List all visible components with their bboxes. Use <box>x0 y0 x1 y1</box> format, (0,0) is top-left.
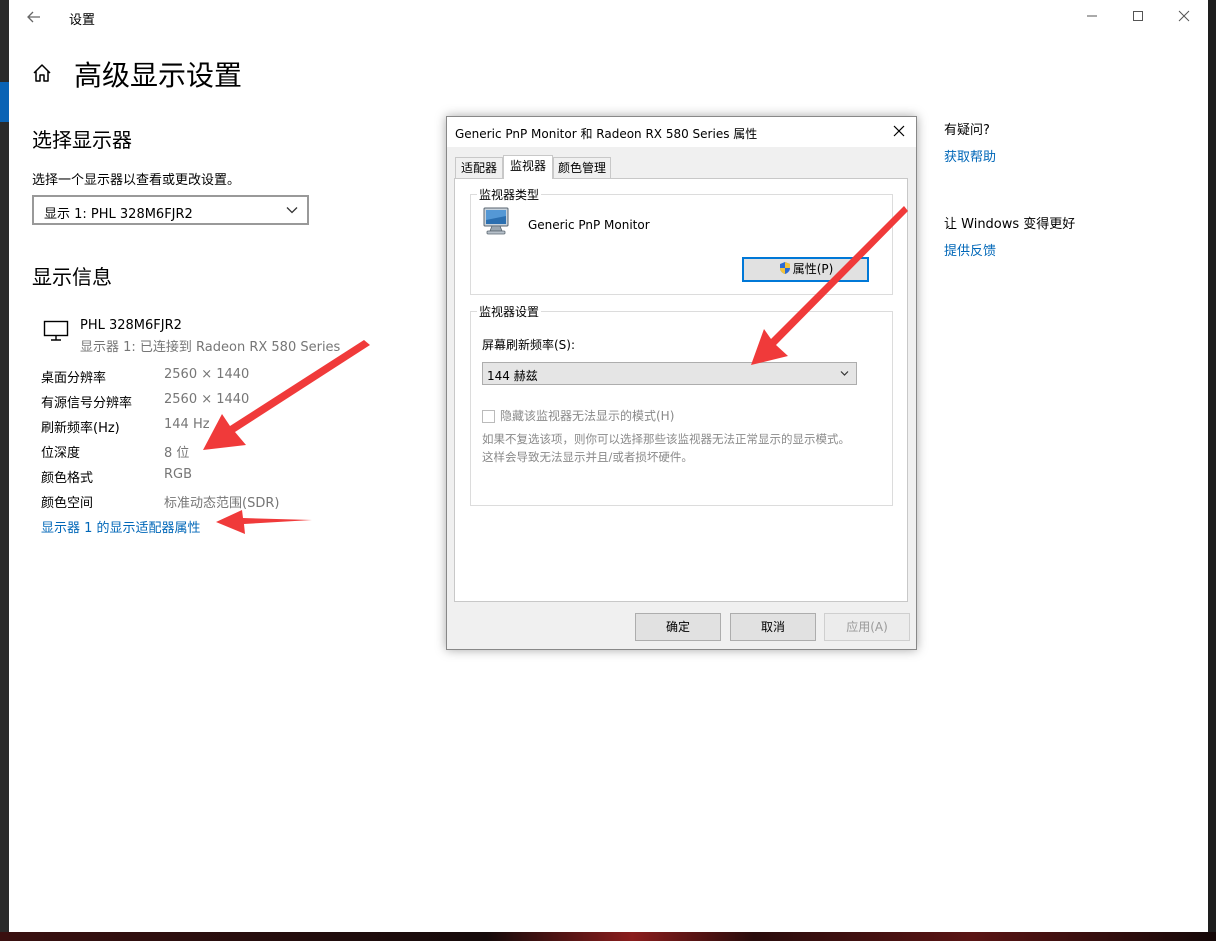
refresh-rate-dropdown[interactable]: 144 赫兹 <box>482 362 857 385</box>
info-value-color-format: RGB <box>164 467 193 482</box>
info-label-refresh-rate: 刷新频率(Hz) <box>41 421 120 436</box>
info-label-color-space: 颜色空间 <box>41 496 94 511</box>
info-label-active-signal: 有源信号分辨率 <box>41 396 133 411</box>
monitor-type-name: Generic PnP Monitor <box>528 218 650 232</box>
display-select-dropdown[interactable]: 显示 1: PHL 328M6FJR2 <box>32 195 309 225</box>
close-icon[interactable] <box>1169 4 1199 30</box>
monitor-icon <box>43 320 69 341</box>
properties-dialog: Generic PnP Monitor 和 Radeon RX 580 Seri… <box>446 116 917 650</box>
window-title: 设置 <box>69 13 96 28</box>
display-select-value: 显示 1: PHL 328M6FJR2 <box>44 207 193 222</box>
get-help-link[interactable]: 获取帮助 <box>944 146 996 165</box>
dialog-close-icon[interactable] <box>888 121 910 143</box>
feedback-link[interactable]: 提供反馈 <box>944 240 996 259</box>
desktop-background-bottom <box>0 932 1216 941</box>
monitor-device-icon <box>483 207 509 235</box>
info-value-active-signal: 2560 × 1440 <box>164 392 250 407</box>
display-info-heading: 显示信息 <box>32 265 112 289</box>
hide-modes-checkbox[interactable] <box>482 410 495 423</box>
info-label-color-format: 颜色格式 <box>41 471 94 486</box>
back-arrow-icon[interactable] <box>23 6 45 28</box>
monitor-properties-button[interactable]: 属性(P) <box>742 257 869 282</box>
question-heading: 有疑问? <box>944 123 990 138</box>
monitor-type-legend: 监视器类型 <box>477 186 542 203</box>
info-value-color-space: 标准动态范围(SDR) <box>164 496 280 511</box>
adapter-properties-link[interactable]: 显示器 1 的显示适配器属性 <box>41 517 201 536</box>
select-display-prompt: 选择一个显示器以查看或更改设置。 <box>32 173 241 188</box>
desktop-background-left <box>0 0 9 941</box>
dialog-title: Generic PnP Monitor 和 Radeon RX 580 Seri… <box>455 127 758 141</box>
taskbar-accent <box>0 82 9 122</box>
info-value-refresh-rate: 144 Hz <box>164 417 210 432</box>
minimize-icon[interactable] <box>1077 4 1107 30</box>
monitor-tab-panel: 监视器类型 Generic PnP Monitor 属性(P) 监视器设置 屏幕… <box>454 178 908 602</box>
select-display-heading: 选择显示器 <box>32 128 132 152</box>
hide-modes-label: 隐藏该监视器无法显示的模式(H) <box>500 409 675 423</box>
tab-monitor[interactable]: 监视器 <box>503 155 553 179</box>
monitor-connection: 显示器 1: 已连接到 Radeon RX 580 Series <box>80 340 341 355</box>
dialog-titlebar: Generic PnP Monitor 和 Radeon RX 580 Seri… <box>447 117 916 147</box>
monitor-settings-group: 监视器设置 屏幕刷新频率(S): 144 赫兹 隐藏该监视器无法显示的模式(H)… <box>470 303 893 506</box>
info-label-bit-depth: 位深度 <box>41 446 81 461</box>
uac-shield-icon <box>779 262 790 274</box>
maximize-icon[interactable] <box>1123 4 1153 30</box>
cancel-button[interactable]: 取消 <box>730 613 816 641</box>
window-titlebar: 设置 <box>9 0 1208 34</box>
refresh-rate-value: 144 赫兹 <box>487 369 538 383</box>
monitor-name: PHL 328M6FJR2 <box>80 318 182 333</box>
info-value-bit-depth: 8 位 <box>164 446 190 461</box>
info-label-desktop-resolution: 桌面分辨率 <box>41 371 107 386</box>
monitor-type-group: 监视器类型 Generic PnP Monitor 属性(P) <box>470 186 893 295</box>
home-icon[interactable] <box>31 62 55 86</box>
page-title: 高级显示设置 <box>74 59 243 92</box>
apply-button[interactable]: 应用(A) <box>824 613 910 641</box>
desktop-background-right <box>1208 0 1216 941</box>
monitor-settings-legend: 监视器设置 <box>477 303 542 320</box>
info-value-desktop-resolution: 2560 × 1440 <box>164 367 250 382</box>
tab-color-management[interactable]: 颜色管理 <box>553 157 611 178</box>
chevron-down-icon <box>840 371 849 376</box>
chevron-down-icon <box>286 207 298 214</box>
monitor-properties-label: 属性(P) <box>792 262 834 276</box>
tab-adapter[interactable]: 适配器 <box>455 157 503 178</box>
ok-button[interactable]: 确定 <box>635 613 721 641</box>
improve-windows-heading: 让 Windows 变得更好 <box>944 217 1076 232</box>
hide-modes-note-2: 这样会导致无法显示并且/或者损坏硬件。 <box>482 450 693 464</box>
refresh-rate-label: 屏幕刷新频率(S): <box>482 338 576 352</box>
hide-modes-note-1: 如果不复选该项，则你可以选择那些该监视器无法正常显示的显示模式。 <box>482 432 850 446</box>
